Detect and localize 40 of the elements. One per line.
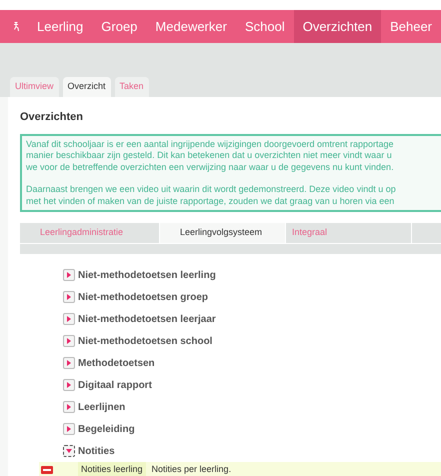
expand-toggle[interactable] [63,401,75,413]
tree-item[interactable]: Notities [78,444,115,458]
caret-down-icon [66,449,72,453]
caret-right-icon [67,360,71,366]
tree-item[interactable]: Leerlijnen [78,400,126,414]
caret-right-icon [67,404,71,410]
tree-item[interactable]: Niet-methodetoetsen groep [78,290,208,304]
notice-text-line: manier beschikbaar zijn gesteld. Dit kan betekenen dat u overzichten niet meer vindt waar u [26,150,393,162]
subtab[interactable]: Leerlingvolgsysteem [160,223,286,243]
notice-text-line: met het vinden of maken van de juiste rapportage, zouden we dat graag van u horen via een [26,196,396,207]
caret-right-icon [67,316,71,322]
page-title: Overzichten [20,110,84,125]
caret-right-icon [67,294,71,300]
tree-item[interactable]: Niet-methodetoetsen school [78,334,212,348]
report-row[interactable]: Notities leerling Notities per leerling. [39,462,441,476]
report-icon [41,466,53,474]
expand-toggle[interactable] [63,379,75,391]
tree-item[interactable]: Digitaal rapport [78,378,152,392]
expand-toggle[interactable] [63,313,75,325]
collapse-toggle[interactable] [63,445,75,457]
notice-text-line: Daarnaast brengen we een video uit waarin dit wordt gedemonstreerd. Deze video vindt u op [26,184,397,196]
notice-text-line: Vanaf dit schooljaar is er een aantal ingrijpende wijzigingen doorgevoerd omtrent rapportage [26,138,395,150]
tree-item[interactable]: Methodetoetsen [78,356,155,370]
tab[interactable]: Overzicht [62,77,111,97]
tree-item[interactable]: Niet-methodetoetsen leerling [78,268,216,282]
caret-right-icon [67,382,71,388]
expand-toggle[interactable] [63,269,75,281]
caret-right-icon [67,272,71,278]
expand-toggle[interactable] [63,357,75,369]
expand-toggle[interactable] [63,423,75,435]
caret-right-icon [67,338,71,344]
tree-item[interactable]: Begeleiding [78,422,135,436]
caret-right-icon [67,426,71,432]
report-name: Notities leerling [78,462,146,476]
nav-item[interactable]: Overzichten [294,10,382,43]
tree-item[interactable]: Niet-methodetoetsen leerjaar [78,312,216,326]
expand-toggle[interactable] [63,291,75,303]
report-description: Notities per leerling. [150,463,232,476]
notice-text-line: we voor de betreffende overzichten een verwijzing naar waar u de gegevens nu kunt vinden. [26,162,395,173]
expand-toggle[interactable] [63,335,75,347]
